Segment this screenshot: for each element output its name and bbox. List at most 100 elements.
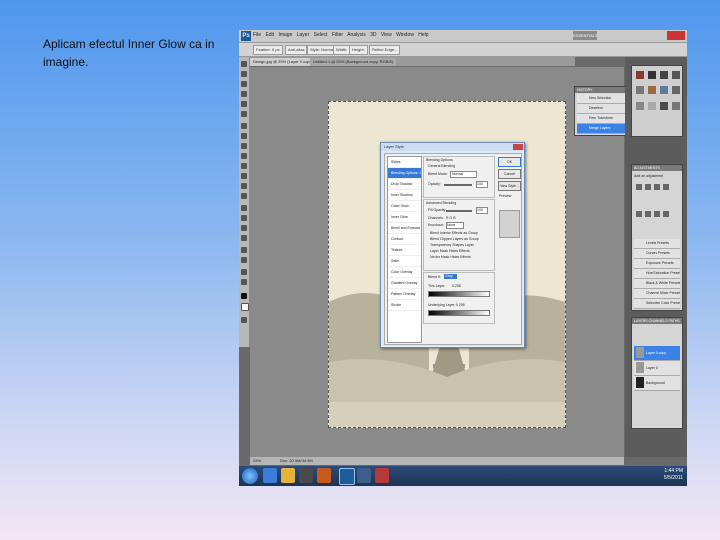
underlying-gradient-slider[interactable]	[428, 310, 490, 316]
dialog-close-button[interactable]	[513, 144, 523, 150]
ok-button[interactable]: OK	[498, 157, 521, 167]
style-item-outer-glow[interactable]: Outer Glow	[388, 201, 421, 212]
eraser-tool-icon[interactable]	[241, 163, 247, 169]
3d-camera-tool-icon[interactable]	[241, 257, 247, 263]
style-swatch-icon[interactable]	[660, 102, 668, 110]
preset-item[interactable]: Selective Color Presets	[634, 299, 680, 309]
taskbar-app-icon[interactable]	[375, 468, 389, 483]
layer-row[interactable]: Layer 0	[634, 361, 680, 376]
style-swatch-icon[interactable]	[636, 71, 644, 79]
anti-alias-option[interactable]: Anti-alias	[285, 45, 308, 55]
zoom-level[interactable]: 25%	[253, 457, 261, 465]
hand-tool-icon[interactable]	[241, 269, 247, 275]
style-swatch-icon[interactable]	[648, 71, 656, 79]
gradient-tool-icon[interactable]	[241, 173, 247, 179]
3d-rotate-tool-icon[interactable]	[241, 247, 247, 253]
taskbar-clock[interactable]: 1:44 PM 5/5/2011	[664, 468, 683, 482]
type-tool-icon[interactable]	[241, 215, 247, 221]
channels-checkboxes[interactable]: R G B	[446, 216, 456, 220]
path-select-tool-icon[interactable]	[241, 225, 247, 231]
layer-row-selected[interactable]: Layer 0 copy	[634, 346, 680, 361]
canvas-area[interactable]: Layer Style Styles Blending Options: Cus…	[250, 67, 624, 457]
style-item-pattern-overlay[interactable]: Pattern Overlay	[388, 289, 421, 300]
opacity-input[interactable]: 100	[476, 181, 488, 188]
layers-panel-tabs[interactable]: LAYERS CHANNELS PATHS	[632, 318, 682, 324]
dodge-tool-icon[interactable]	[241, 193, 247, 199]
feather-option[interactable]: Feather: 0 px	[253, 45, 283, 55]
style-item-drop-shadow[interactable]: Drop Shadow	[388, 179, 421, 190]
history-item-selected[interactable]: Merge Layers	[577, 124, 629, 134]
check-vector-mask-hides[interactable]: Vector Mask Hides Effects	[430, 255, 471, 259]
style-item-bevel-emboss[interactable]: Bevel and Emboss	[388, 223, 421, 234]
firefox-icon[interactable]	[317, 468, 331, 483]
layer-row[interactable]: Background	[634, 376, 680, 391]
preset-item[interactable]: Hue/Saturation Presets	[634, 269, 680, 279]
check-blend-interior[interactable]: Blend Interior Effects as Group	[430, 231, 478, 235]
refine-edge-button[interactable]: Refine Edge...	[369, 45, 401, 55]
explorer-icon[interactable]	[281, 468, 295, 483]
history-item[interactable]: Deselect	[577, 104, 629, 114]
media-player-icon[interactable]	[299, 468, 313, 483]
workspace-button[interactable]: ESSENTIALS	[573, 31, 598, 40]
blur-tool-icon[interactable]	[241, 183, 247, 189]
style-swatch-icon[interactable]	[672, 86, 680, 94]
style-swatch-icon[interactable]	[672, 71, 680, 79]
preset-item[interactable]: Levels Presets	[634, 239, 680, 249]
style-swatch-icon[interactable]	[660, 86, 668, 94]
menu-items[interactable]: File Edit Image Layer Select Filter Anal…	[253, 32, 429, 38]
style-item-contour[interactable]: Contour	[388, 234, 421, 245]
quick-select-tool-icon[interactable]	[241, 91, 247, 97]
shape-tool-icon[interactable]	[241, 235, 247, 241]
brightness-icon[interactable]	[636, 184, 642, 190]
style-item-color-overlay[interactable]: Color Overlay	[388, 267, 421, 278]
ie-icon[interactable]	[263, 468, 277, 483]
exposure-icon[interactable]	[663, 184, 669, 190]
height-option[interactable]: Height:	[349, 45, 368, 55]
check-transparency-shapes[interactable]: Transparency Shapes Layer	[430, 243, 474, 247]
style-swatch-icon[interactable]	[660, 71, 668, 79]
style-swatch-icon[interactable]	[672, 102, 680, 110]
background-color-icon[interactable]	[241, 303, 249, 311]
history-item[interactable]: New Selection	[577, 94, 629, 104]
taskbar-app-icon[interactable]	[357, 468, 371, 483]
fill-opacity-input[interactable]: 100	[476, 207, 488, 214]
this-layer-gradient-slider[interactable]	[428, 291, 490, 297]
style-swatch-icon[interactable]	[636, 102, 644, 110]
style-item-texture[interactable]: Texture	[388, 245, 421, 256]
document-tab[interactable]: Untitled-1 @ 50% (Background copy, RGB/8…	[310, 58, 397, 66]
crop-tool-icon[interactable]	[241, 101, 247, 107]
brush-tool-icon[interactable]	[241, 133, 247, 139]
window-controls[interactable]	[667, 31, 685, 40]
width-option[interactable]: Width:	[333, 45, 351, 55]
marquee-tool-icon[interactable]	[241, 71, 247, 77]
quick-mask-icon[interactable]	[241, 317, 247, 323]
levels-icon[interactable]	[645, 184, 651, 190]
color-balance-icon[interactable]	[654, 211, 660, 217]
preview-checkbox[interactable]: Preview	[499, 194, 511, 198]
pen-tool-icon[interactable]	[241, 205, 247, 211]
foreground-color-icon[interactable]	[241, 293, 247, 299]
cancel-button[interactable]: Cancel	[498, 169, 521, 179]
blend-mode-select[interactable]: Normal	[450, 171, 477, 178]
style-item-blending-options[interactable]: Blending Options: Custom	[388, 168, 421, 179]
healing-tool-icon[interactable]	[241, 123, 247, 129]
preset-item[interactable]: Curves Presets	[634, 249, 680, 259]
history-item[interactable]: Free Transform	[577, 114, 629, 124]
eyedropper-tool-icon[interactable]	[241, 111, 247, 117]
blend-if-select[interactable]: Gray	[444, 274, 457, 279]
check-layer-mask-hides[interactable]: Layer Mask Hides Effects	[430, 249, 470, 253]
hue-saturation-icon[interactable]	[645, 211, 651, 217]
vibrance-icon[interactable]	[636, 211, 642, 217]
knockout-select[interactable]: None	[446, 222, 464, 229]
new-style-button[interactable]: New Style...	[498, 181, 521, 191]
style-item-inner-glow[interactable]: Inner Glow	[388, 212, 421, 223]
style-item-stroke[interactable]: Stroke	[388, 300, 421, 311]
curves-icon[interactable]	[654, 184, 660, 190]
start-button-icon[interactable]	[242, 468, 258, 484]
style-item-inner-shadow[interactable]: Inner Shadow	[388, 190, 421, 201]
style-swatch-icon[interactable]	[648, 86, 656, 94]
lasso-tool-icon[interactable]	[241, 81, 247, 87]
check-blend-clipped[interactable]: Blend Clipped Layers as Group	[430, 237, 479, 241]
style-swatch-icon[interactable]	[648, 102, 656, 110]
photoshop-taskbar-icon[interactable]	[339, 468, 355, 485]
